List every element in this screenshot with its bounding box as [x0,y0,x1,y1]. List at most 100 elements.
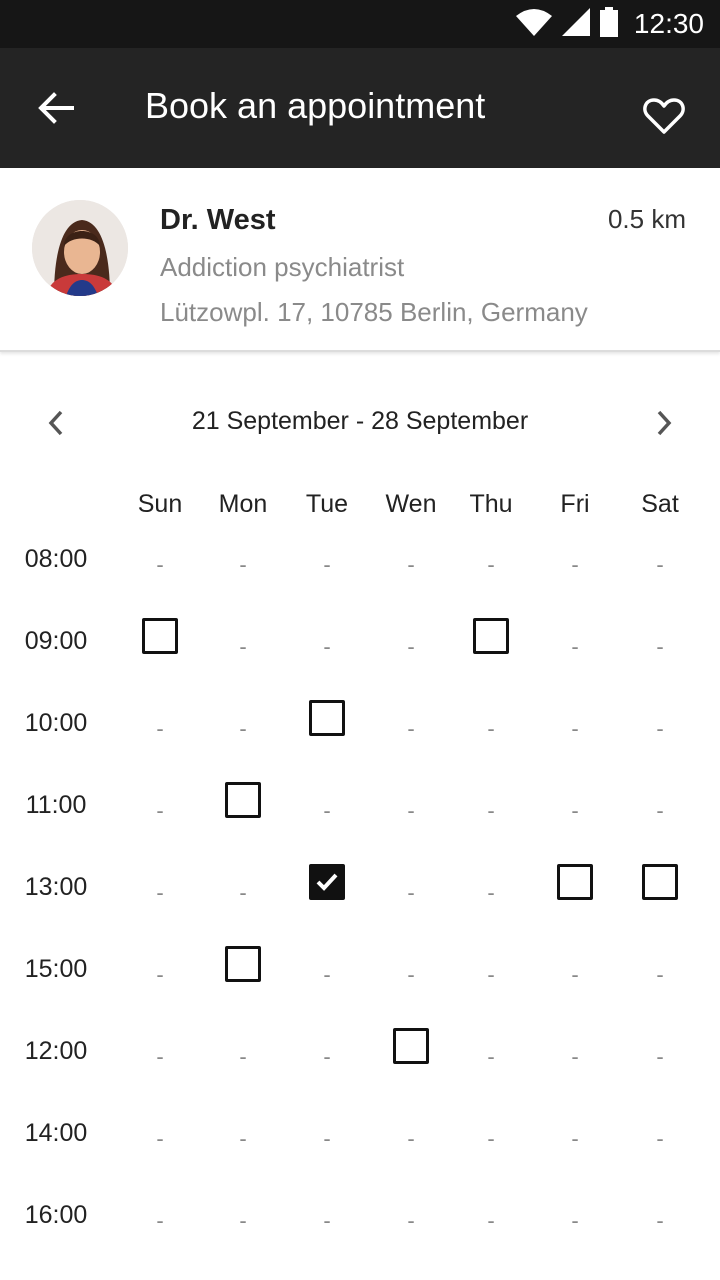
time-label: 15:00 [24,955,88,983]
unavailable-slot: - [239,1126,247,1151]
unavailable-slot: - [487,798,495,823]
unavailable-slot: - [407,798,415,823]
unavailable-slot: - [571,1208,579,1233]
unavailable-slot: - [656,798,664,823]
day-header-mon: Mon [218,490,268,518]
unavailable-slot: - [156,962,164,987]
unavailable-slot: - [156,1208,164,1233]
battery-icon [599,6,618,42]
unavailable-slot: - [323,962,331,987]
unavailable-slot: - [239,716,247,741]
time-label: 11:00 [25,791,87,819]
unavailable-slot: - [487,1044,495,1069]
unavailable-slot: - [156,1126,164,1151]
unavailable-slot: - [156,798,164,823]
unavailable-slot: - [239,880,247,905]
timeslot-checkbox[interactable] [393,1028,429,1064]
unavailable-slot: - [487,1126,495,1151]
day-header-wen: Wen [385,490,437,518]
page-title: Book an appointment [145,85,486,126]
unavailable-slot: - [656,1208,664,1233]
status-bar: 12:30 [0,0,720,48]
unavailable-slot: - [407,1126,415,1151]
unavailable-slot: - [487,962,495,987]
unavailable-slot: - [656,1126,664,1151]
check-icon [312,867,342,897]
unavailable-slot: - [407,962,415,987]
unavailable-slot: - [239,1208,247,1233]
unavailable-slot: - [656,1044,664,1069]
unavailable-slot: - [487,716,495,741]
back-arrow-icon [38,91,74,129]
unavailable-slot: - [571,552,579,577]
timeslot-checkbox[interactable] [473,618,509,654]
unavailable-slot: - [323,552,331,577]
timeslot-checkbox-selected[interactable] [309,864,345,900]
unavailable-slot: - [571,634,579,659]
day-header-fri: Fri [560,490,590,518]
timeslot-checkbox[interactable] [225,946,261,982]
unavailable-slot: - [323,634,331,659]
unavailable-slot: - [156,716,164,741]
unavailable-slot: - [407,1208,415,1233]
doctor-card[interactable]: Dr. West 0.5 km Addiction psychiatrist L… [0,168,720,352]
week-navigation: 21 September - 28 September [0,395,720,455]
unavailable-slot: - [323,798,331,823]
next-week-button[interactable] [646,407,682,443]
unavailable-slot: - [323,1126,331,1151]
unavailable-slot: - [156,1044,164,1069]
doctor-address: Lützowpl. 17, 10785 Berlin, Germany [160,297,588,327]
unavailable-slot: - [239,634,247,659]
app-bar: Book an appointment [0,48,720,168]
timeslot-checkbox[interactable] [142,618,178,654]
unavailable-slot: - [656,552,664,577]
unavailable-slot: - [407,552,415,577]
unavailable-slot: - [571,1044,579,1069]
day-header-tue: Tue [305,490,349,518]
time-label: 10:00 [24,709,88,737]
status-time: 12:30 [633,8,704,39]
unavailable-slot: - [487,552,495,577]
heart-icon [643,97,685,140]
signal-icon [561,7,590,41]
day-header-thu: Thu [469,490,513,518]
time-label: 13:00 [24,873,88,901]
avatar [32,200,128,296]
time-label: 16:00 [24,1201,88,1229]
timeslot-checkbox[interactable] [309,700,345,736]
doctor-name: Dr. West [160,204,276,236]
timeslot-checkbox[interactable] [642,864,678,900]
unavailable-slot: - [239,1044,247,1069]
favorite-button[interactable] [638,92,690,144]
timeslot-checkbox[interactable] [557,864,593,900]
unavailable-slot: - [407,880,415,905]
unavailable-slot: - [407,634,415,659]
week-range-label: 21 September - 28 September [191,407,529,435]
unavailable-slot: - [656,634,664,659]
unavailable-slot: - [323,1208,331,1233]
unavailable-slot: - [156,880,164,905]
unavailable-slot: - [656,716,664,741]
time-label: 12:00 [24,1037,88,1065]
back-button[interactable] [30,84,82,136]
doctor-specialty: Addiction psychiatrist [160,252,405,282]
day-header-sat: Sat [641,490,679,518]
wifi-icon [515,8,552,41]
unavailable-slot: - [487,880,495,905]
day-header-sun: Sun [137,490,183,518]
unavailable-slot: - [571,798,579,823]
unavailable-slot: - [156,552,164,577]
unavailable-slot: - [656,962,664,987]
timeslot-checkbox[interactable] [225,782,261,818]
status-icons: 12:30 [515,0,704,48]
time-label: 08:00 [24,545,88,573]
time-label: 09:00 [24,627,88,655]
unavailable-slot: - [571,962,579,987]
doctor-distance: 0.5 km [607,204,686,234]
unavailable-slot: - [571,716,579,741]
unavailable-slot: - [571,1126,579,1151]
chevron-right-icon [656,410,672,441]
unavailable-slot: - [487,1208,495,1233]
unavailable-slot: - [407,716,415,741]
unavailable-slot: - [239,552,247,577]
